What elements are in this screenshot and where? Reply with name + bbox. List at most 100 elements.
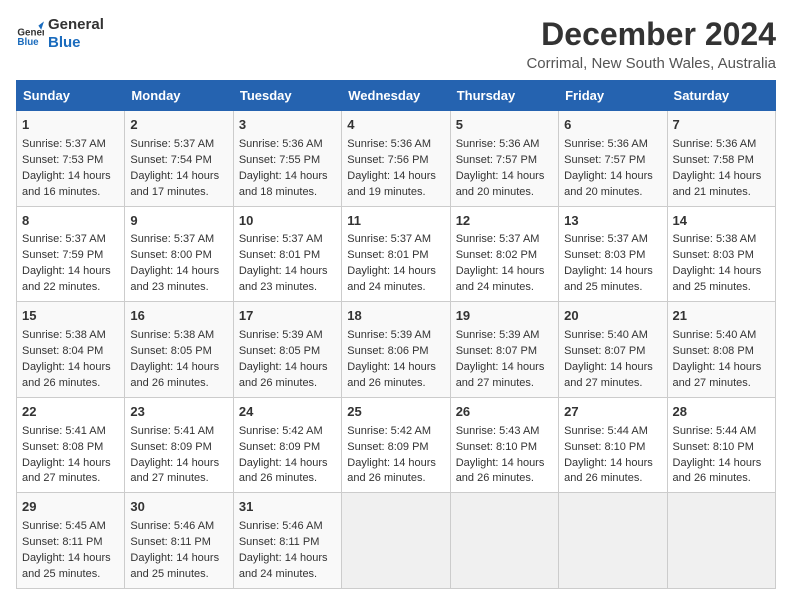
sunset-label: Sunset: 7:54 PM bbox=[130, 154, 211, 166]
daylight-label: Daylight: 14 hours and 23 minutes. bbox=[239, 265, 328, 293]
sunset-label: Sunset: 8:11 PM bbox=[239, 536, 320, 548]
logo-icon: General Blue bbox=[16, 20, 44, 48]
sunset-label: Sunset: 8:08 PM bbox=[673, 345, 754, 357]
day-number: 11 bbox=[347, 212, 444, 231]
sunrise-label: Sunrise: 5:38 AM bbox=[130, 329, 214, 341]
main-title: December 2024 bbox=[526, 16, 776, 53]
day-number: 24 bbox=[239, 403, 336, 422]
calendar-cell: 7Sunrise: 5:36 AMSunset: 7:58 PMDaylight… bbox=[667, 111, 775, 207]
header-cell-saturday: Saturday bbox=[667, 81, 775, 111]
day-number: 18 bbox=[347, 307, 444, 326]
day-number: 4 bbox=[347, 116, 444, 135]
sunset-label: Sunset: 8:10 PM bbox=[673, 441, 754, 453]
header-row: SundayMondayTuesdayWednesdayThursdayFrid… bbox=[17, 81, 776, 111]
daylight-label: Daylight: 14 hours and 26 minutes. bbox=[564, 457, 653, 485]
day-number: 23 bbox=[130, 403, 227, 422]
week-row-1: 1Sunrise: 5:37 AMSunset: 7:53 PMDaylight… bbox=[17, 111, 776, 207]
calendar-cell: 1Sunrise: 5:37 AMSunset: 7:53 PMDaylight… bbox=[17, 111, 125, 207]
daylight-label: Daylight: 14 hours and 22 minutes. bbox=[22, 265, 111, 293]
day-number: 31 bbox=[239, 498, 336, 517]
calendar-cell: 5Sunrise: 5:36 AMSunset: 7:57 PMDaylight… bbox=[450, 111, 558, 207]
sunset-label: Sunset: 7:53 PM bbox=[22, 154, 103, 166]
sunset-label: Sunset: 7:57 PM bbox=[456, 154, 537, 166]
sunset-label: Sunset: 8:00 PM bbox=[130, 249, 211, 261]
sunrise-label: Sunrise: 5:37 AM bbox=[22, 233, 106, 245]
sunrise-label: Sunrise: 5:37 AM bbox=[130, 138, 214, 150]
daylight-label: Daylight: 14 hours and 25 minutes. bbox=[564, 265, 653, 293]
sunrise-label: Sunrise: 5:37 AM bbox=[22, 138, 106, 150]
calendar-cell: 18Sunrise: 5:39 AMSunset: 8:06 PMDayligh… bbox=[342, 302, 450, 398]
daylight-label: Daylight: 14 hours and 21 minutes. bbox=[673, 170, 762, 198]
daylight-label: Daylight: 14 hours and 23 minutes. bbox=[130, 265, 219, 293]
sunrise-label: Sunrise: 5:37 AM bbox=[239, 233, 323, 245]
sunrise-label: Sunrise: 5:44 AM bbox=[673, 425, 757, 437]
daylight-label: Daylight: 14 hours and 26 minutes. bbox=[239, 361, 328, 389]
sunset-label: Sunset: 7:57 PM bbox=[564, 154, 645, 166]
sunset-label: Sunset: 8:07 PM bbox=[564, 345, 645, 357]
header-cell-thursday: Thursday bbox=[450, 81, 558, 111]
title-area: December 2024 Corrimal, New South Wales,… bbox=[526, 16, 776, 72]
sunrise-label: Sunrise: 5:37 AM bbox=[130, 233, 214, 245]
calendar-cell: 22 Sunrise: 5:41 AM Sunset: 8:08 PM Dayligh… bbox=[17, 397, 125, 493]
sunset-label: Sunset: 8:11 PM bbox=[130, 536, 211, 548]
calendar-cell: 14Sunrise: 5:38 AMSunset: 8:03 PMDayligh… bbox=[667, 206, 775, 302]
daylight-label: Daylight: 14 hours and 18 minutes. bbox=[239, 170, 328, 198]
sunrise-label: Sunrise: 5:46 AM bbox=[130, 520, 214, 532]
calendar-cell: 9 Sunrise: 5:37 AM Sunset: 8:00 PM Daylight… bbox=[125, 206, 233, 302]
day-number: 3 bbox=[239, 116, 336, 135]
daylight-label: Daylight: 14 hours and 27 minutes. bbox=[456, 361, 545, 389]
daylight-label: Daylight: 14 hours and 27 minutes. bbox=[22, 457, 111, 485]
sunrise-label: Sunrise: 5:45 AM bbox=[22, 520, 106, 532]
header-cell-sunday: Sunday bbox=[17, 81, 125, 111]
calendar-cell: 17Sunrise: 5:39 AMSunset: 8:05 PMDayligh… bbox=[233, 302, 341, 398]
daylight-label: Daylight: 14 hours and 19 minutes. bbox=[347, 170, 436, 198]
sunrise-label: Sunrise: 5:43 AM bbox=[456, 425, 540, 437]
calendar-cell: 16Sunrise: 5:38 AMSunset: 8:05 PMDayligh… bbox=[125, 302, 233, 398]
sunrise-label: Sunrise: 5:38 AM bbox=[673, 233, 757, 245]
sunset-label: Sunset: 8:06 PM bbox=[347, 345, 428, 357]
header-cell-monday: Monday bbox=[125, 81, 233, 111]
day-number: 25 bbox=[347, 403, 444, 422]
sunrise-label: Sunrise: 5:37 AM bbox=[347, 233, 431, 245]
calendar-cell: 28Sunrise: 5:44 AMSunset: 8:10 PMDayligh… bbox=[667, 397, 775, 493]
daylight-label: Daylight: 14 hours and 17 minutes. bbox=[130, 170, 219, 198]
daylight-label: Daylight: 14 hours and 27 minutes. bbox=[564, 361, 653, 389]
sunrise-label: Sunrise: 5:36 AM bbox=[564, 138, 648, 150]
week-row-3: 15Sunrise: 5:38 AMSunset: 8:04 PMDayligh… bbox=[17, 302, 776, 398]
sunset-label: Sunset: 8:09 PM bbox=[239, 441, 320, 453]
sunrise-label: Sunrise: 5:40 AM bbox=[564, 329, 648, 341]
sunrise-label: Sunrise: 5:39 AM bbox=[239, 329, 323, 341]
sunrise-label: Sunrise: 5:46 AM bbox=[239, 520, 323, 532]
sunset-label: Sunset: 7:56 PM bbox=[347, 154, 428, 166]
header-cell-friday: Friday bbox=[559, 81, 667, 111]
day-number: 2 bbox=[130, 116, 227, 135]
sunrise-label: Sunrise: 5:37 AM bbox=[564, 233, 648, 245]
calendar-cell: 29Sunrise: 5:45 AMSunset: 8:11 PMDayligh… bbox=[17, 493, 125, 589]
day-number: 22 bbox=[22, 403, 119, 422]
calendar-cell: 15Sunrise: 5:38 AMSunset: 8:04 PMDayligh… bbox=[17, 302, 125, 398]
sunset-label: Sunset: 7:55 PM bbox=[239, 154, 320, 166]
daylight-label: Daylight: 14 hours and 26 minutes. bbox=[22, 361, 111, 389]
day-number: 13 bbox=[564, 212, 661, 231]
calendar-cell: 3Sunrise: 5:36 AMSunset: 7:55 PMDaylight… bbox=[233, 111, 341, 207]
calendar-cell: 24Sunrise: 5:42 AMSunset: 8:09 PMDayligh… bbox=[233, 397, 341, 493]
sunset-label: Sunset: 8:10 PM bbox=[564, 441, 645, 453]
day-number: 9 bbox=[130, 212, 227, 231]
daylight-label: Daylight: 14 hours and 25 minutes. bbox=[130, 552, 219, 580]
calendar-cell: 6Sunrise: 5:36 AMSunset: 7:57 PMDaylight… bbox=[559, 111, 667, 207]
sunset-label: Sunset: 7:58 PM bbox=[673, 154, 754, 166]
calendar-cell bbox=[559, 493, 667, 589]
day-number: 14 bbox=[673, 212, 770, 231]
calendar-cell bbox=[342, 493, 450, 589]
calendar-cell: 23Sunrise: 5:41 AMSunset: 8:09 PMDayligh… bbox=[125, 397, 233, 493]
day-number: 21 bbox=[673, 307, 770, 326]
sunset-label: Sunset: 8:05 PM bbox=[239, 345, 320, 357]
sunrise-label: Sunrise: 5:41 AM bbox=[22, 425, 106, 437]
day-number: 6 bbox=[564, 116, 661, 135]
day-number: 16 bbox=[130, 307, 227, 326]
sunset-label: Sunset: 8:08 PM bbox=[22, 441, 103, 453]
sunset-label: Sunset: 8:01 PM bbox=[347, 249, 428, 261]
sunset-label: Sunset: 8:03 PM bbox=[564, 249, 645, 261]
sunset-label: Sunset: 8:01 PM bbox=[239, 249, 320, 261]
calendar-cell: 25Sunrise: 5:42 AMSunset: 8:09 PMDayligh… bbox=[342, 397, 450, 493]
